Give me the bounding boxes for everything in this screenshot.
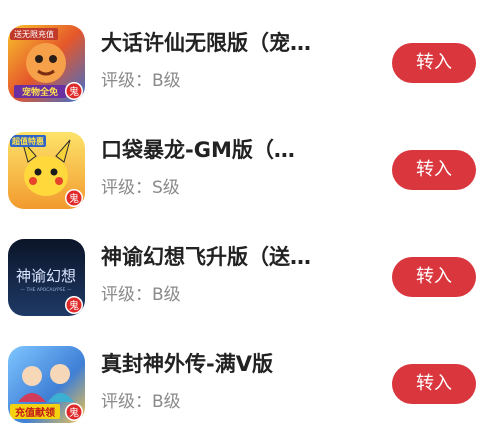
game-icon-zhen-fengshen[interactable]: 充值献领 鬼 [8, 346, 85, 423]
ghost-badge: 鬼 [69, 85, 79, 98]
list-item[interactable]: 充值献领 鬼 真封神外传-满V版 评级：B级 转入 [0, 340, 494, 430]
game-rating: 评级：B级 [101, 71, 181, 91]
game-title[interactable]: 口袋暴龙-GM版（商... [101, 136, 311, 164]
transfer-button[interactable]: 转入 [392, 364, 476, 404]
game-icon-dahua-xuxian[interactable]: 送无限充值 宠物全免 鬼 [8, 25, 85, 102]
game-rating: 评级：B级 [101, 285, 181, 305]
ghost-badge: 鬼 [69, 299, 79, 312]
transfer-button[interactable]: 转入 [392, 150, 476, 190]
game-icon-koudai-baolong[interactable]: 超值特惠 鬼 [8, 132, 85, 209]
ghost-badge: 鬼 [69, 192, 79, 205]
game-icon-shenyu-huanxiang[interactable]: 神谕幻想 — THE APOCALYPSE — 鬼 [8, 239, 85, 316]
game-rating: 评级：S级 [101, 178, 180, 198]
ghost-badge: 鬼 [69, 406, 79, 419]
game-title[interactable]: 大话许仙无限版（宠... [101, 29, 311, 57]
icon-banner-bottom: 充值献领 [15, 406, 55, 419]
icon-banner-bottom: 宠物全免 [22, 86, 58, 98]
game-rating: 评级：B级 [101, 392, 181, 412]
icon-banner-top: 送无限充值 [14, 29, 54, 39]
transfer-button[interactable]: 转入 [392, 257, 476, 297]
list-item[interactable]: 超值特惠 鬼 口袋暴龙-GM版（商... 评级：S级 转入 [0, 126, 494, 216]
list-item[interactable]: 神谕幻想 — THE APOCALYPSE — 鬼 神谕幻想飞升版（送... 评… [0, 233, 494, 323]
game-list: 送无限充值 宠物全免 鬼 大话许仙无限版（宠... 评级：B级 转入 超值特惠 … [0, 0, 494, 430]
icon-logo-text: 神谕幻想 [16, 267, 76, 285]
icon-logo-subtitle: — THE APOCALYPSE — [21, 287, 72, 293]
icon-banner-top: 超值特惠 [11, 136, 44, 146]
game-title[interactable]: 真封神外传-满V版 [101, 350, 311, 378]
list-item[interactable]: 送无限充值 宠物全免 鬼 大话许仙无限版（宠... 评级：B级 转入 [0, 19, 494, 109]
transfer-button[interactable]: 转入 [392, 43, 476, 83]
game-title[interactable]: 神谕幻想飞升版（送... [101, 243, 311, 271]
